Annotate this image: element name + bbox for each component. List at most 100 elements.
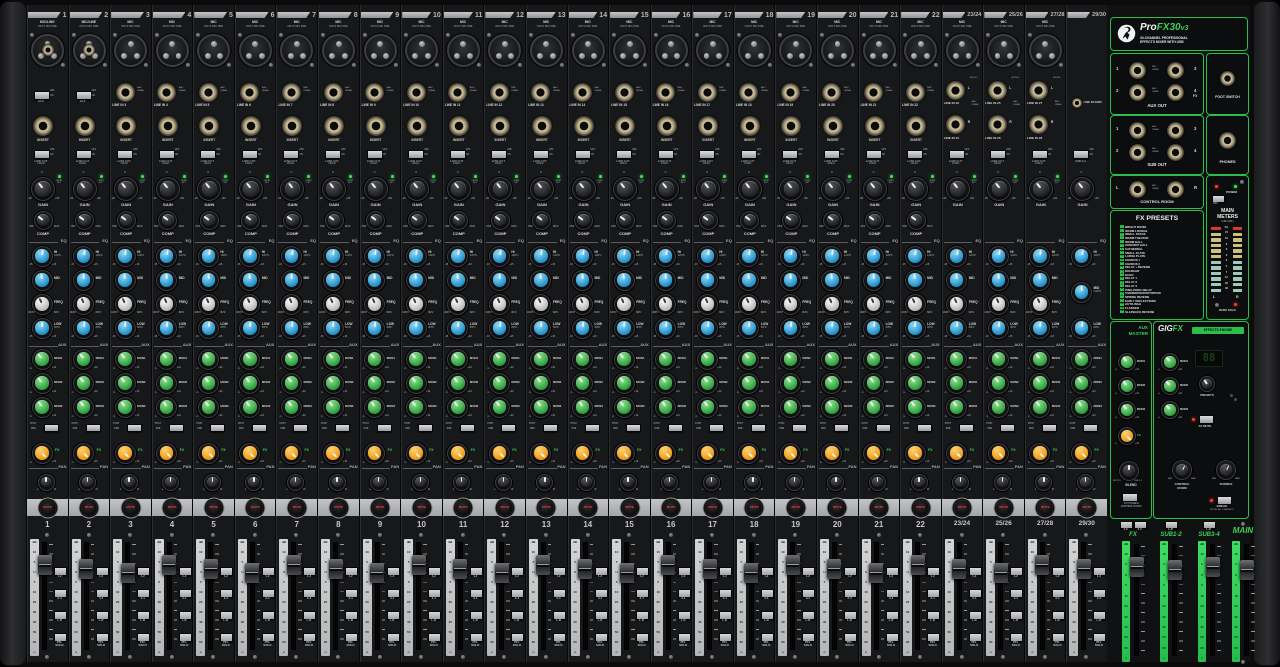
- mute-button[interactable]: MUTE: [289, 500, 305, 516]
- low-cut-switch[interactable]: [907, 150, 923, 159]
- fader-cap[interactable]: [1168, 560, 1182, 580]
- aux-mon3-knob[interactable]: [115, 397, 136, 418]
- fader-cap[interactable]: [1206, 557, 1220, 577]
- eq-mid-knob[interactable]: [73, 270, 94, 291]
- eq-low-knob[interactable]: [530, 318, 551, 339]
- aux-mon3-knob[interactable]: [1029, 397, 1050, 418]
- aux-mon1-knob[interactable]: [780, 349, 801, 370]
- gain-knob[interactable]: [73, 177, 97, 201]
- comp-knob[interactable]: [532, 211, 551, 230]
- eq-hi-knob[interactable]: [364, 246, 385, 267]
- pre-post-switch[interactable]: [876, 424, 891, 432]
- control-room-knob[interactable]: [1172, 460, 1192, 480]
- fader-cap[interactable]: [1035, 555, 1049, 575]
- mute-button[interactable]: MUTE: [372, 500, 388, 516]
- eq-low-knob[interactable]: [156, 318, 177, 339]
- aux-mon2-knob[interactable]: [156, 373, 177, 394]
- aux-master-fx-knob[interactable]: [1118, 427, 1136, 445]
- aux-mon1-knob[interactable]: [572, 349, 593, 370]
- pre-post-switch[interactable]: [668, 424, 683, 432]
- eq-low-knob[interactable]: [32, 318, 53, 339]
- fader-cap[interactable]: [578, 559, 592, 579]
- eq-freq-knob[interactable]: [863, 294, 884, 315]
- pre-post-switch[interactable]: [626, 424, 641, 432]
- low-cut-switch[interactable]: [533, 150, 549, 159]
- pre-post-switch[interactable]: [418, 424, 433, 432]
- fader-cap[interactable]: [495, 563, 509, 583]
- comp-knob[interactable]: [657, 211, 676, 230]
- gain-knob[interactable]: [197, 177, 221, 201]
- mute-button[interactable]: MUTE: [580, 500, 596, 516]
- mute-button[interactable]: MUTE: [123, 500, 139, 516]
- eq-low-knob[interactable]: [1071, 318, 1092, 339]
- presets-knob[interactable]: [1199, 376, 1215, 392]
- eq-hi-knob[interactable]: [655, 246, 676, 267]
- fader-track[interactable]: [624, 542, 629, 650]
- comp-knob[interactable]: [449, 211, 468, 230]
- pan-knob[interactable]: [620, 474, 637, 491]
- aux-mon2-knob[interactable]: [738, 373, 759, 394]
- fader-cap[interactable]: [1130, 557, 1144, 577]
- aux-mon2-knob[interactable]: [447, 373, 468, 394]
- comp-knob[interactable]: [740, 211, 759, 230]
- eq-low-knob[interactable]: [738, 318, 759, 339]
- eq-hi-knob[interactable]: [406, 246, 427, 267]
- aux-master-mon1-knob[interactable]: [1118, 353, 1136, 371]
- aux-mon1-knob[interactable]: [156, 349, 177, 370]
- pre-post-switch[interactable]: [335, 424, 350, 432]
- mute-button[interactable]: MUTE: [40, 500, 56, 516]
- fader-cap[interactable]: [204, 559, 218, 579]
- eq-hi-knob[interactable]: [1029, 246, 1050, 267]
- mute-button[interactable]: MUTE: [829, 500, 845, 516]
- fx-send-knob[interactable]: [323, 443, 344, 464]
- low-cut-switch[interactable]: [949, 150, 965, 159]
- pan-knob[interactable]: [370, 474, 387, 491]
- eq-hi-knob[interactable]: [530, 246, 551, 267]
- aux-mon1-knob[interactable]: [655, 349, 676, 370]
- fader-cap[interactable]: [786, 555, 800, 575]
- fader-track[interactable]: [749, 542, 754, 650]
- eq-freq-knob[interactable]: [281, 294, 302, 315]
- gain-knob[interactable]: [655, 177, 679, 201]
- pan-knob[interactable]: [121, 474, 138, 491]
- eq-low-knob[interactable]: [572, 318, 593, 339]
- aux-mon1-knob[interactable]: [946, 349, 967, 370]
- fx-send-knob[interactable]: [655, 443, 676, 464]
- aux-mon3-knob[interactable]: [447, 397, 468, 418]
- comp-knob[interactable]: [408, 211, 427, 230]
- pan-knob[interactable]: [245, 474, 262, 491]
- eq-hi-knob[interactable]: [821, 246, 842, 267]
- aux-mon2-knob[interactable]: [364, 373, 385, 394]
- pan-knob[interactable]: [1035, 474, 1052, 491]
- gain-knob[interactable]: [280, 177, 304, 201]
- fader-track[interactable]: [499, 542, 504, 650]
- eq-low-knob[interactable]: [988, 318, 1009, 339]
- fx-send-knob[interactable]: [364, 443, 385, 464]
- aux-mon2-knob[interactable]: [905, 373, 926, 394]
- pan-knob[interactable]: [952, 474, 969, 491]
- eq-mid-knob[interactable]: [323, 270, 344, 291]
- fader-track[interactable]: [998, 542, 1003, 650]
- pre-post-switch[interactable]: [1083, 424, 1098, 432]
- aux-mon2-knob[interactable]: [1029, 373, 1050, 394]
- mute-button[interactable]: MUTE: [81, 500, 97, 516]
- to-phones-switch[interactable]: [1122, 493, 1138, 502]
- eq-freq-knob[interactable]: [489, 294, 510, 315]
- mute-button[interactable]: MUTE: [788, 500, 804, 516]
- pan-knob[interactable]: [287, 474, 304, 491]
- comp-knob[interactable]: [574, 211, 593, 230]
- pan-knob[interactable]: [204, 474, 221, 491]
- low-cut-switch[interactable]: [283, 150, 299, 159]
- pan-knob[interactable]: [412, 474, 429, 491]
- eq-low-knob[interactable]: [406, 318, 427, 339]
- pre-post-switch[interactable]: [959, 424, 974, 432]
- aux-mon2-knob[interactable]: [655, 373, 676, 394]
- fader-track[interactable]: [874, 542, 879, 650]
- eq-mid-knob[interactable]: [32, 270, 53, 291]
- aux-mon2-knob[interactable]: [946, 373, 967, 394]
- pre-post-switch[interactable]: [210, 424, 225, 432]
- eq-hi-knob[interactable]: [988, 246, 1009, 267]
- eq-mid-knob[interactable]: [406, 270, 427, 291]
- eq-mid-knob[interactable]: [198, 270, 219, 291]
- pre-post-switch[interactable]: [127, 424, 142, 432]
